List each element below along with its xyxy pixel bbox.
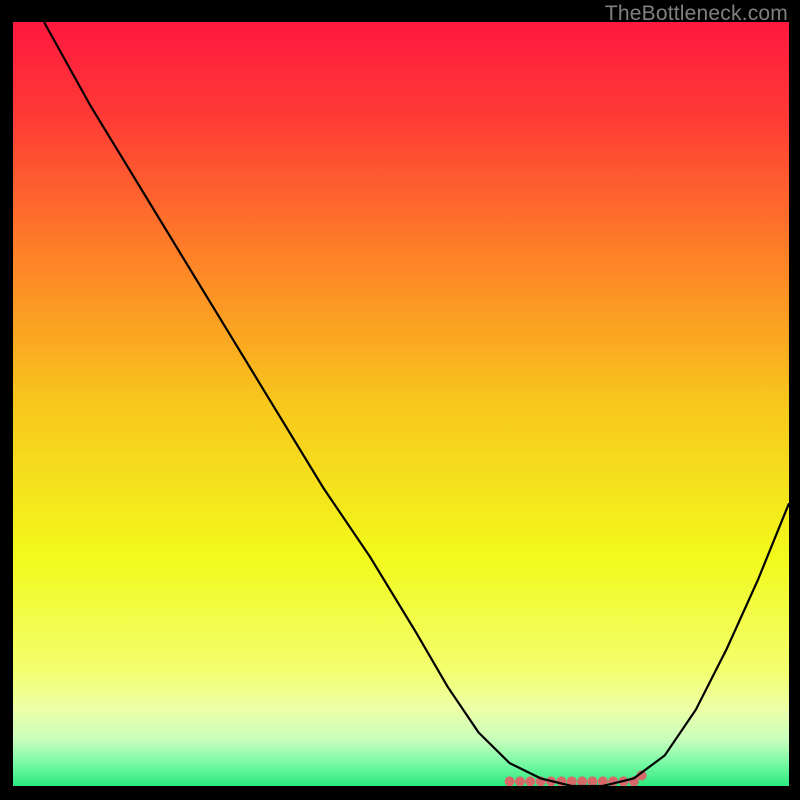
optimal-marker: [577, 776, 587, 786]
chart-frame: [13, 22, 789, 786]
optimal-marker: [515, 776, 525, 786]
optimal-marker: [525, 776, 535, 786]
optimal-marker: [505, 776, 515, 786]
chart-background: [13, 22, 789, 786]
bottleneck-chart: [13, 22, 789, 786]
watermark-text: TheBottleneck.com: [605, 2, 788, 26]
optimal-marker: [587, 776, 597, 786]
